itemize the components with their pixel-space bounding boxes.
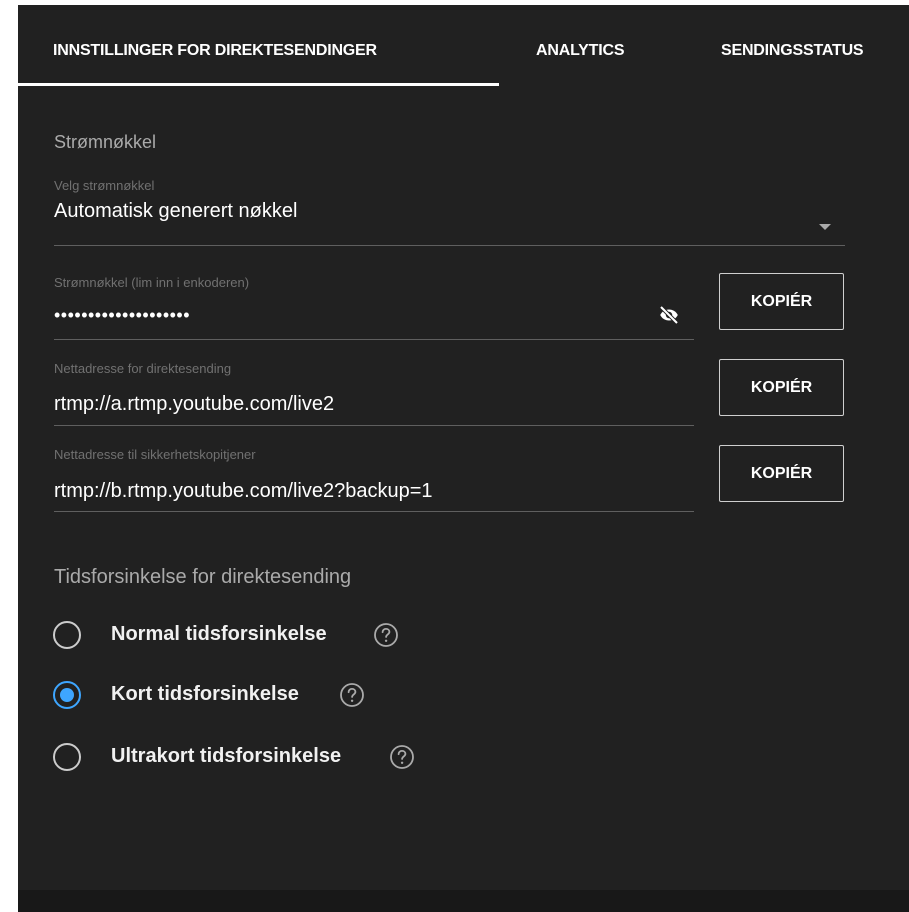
select-stream-key-label: Velg strømnøkkel: [54, 178, 155, 193]
tab-live-settings[interactable]: INNSTILLINGER FOR DIREKTESENDINGER: [53, 42, 377, 60]
dropdown-arrow-icon[interactable]: [819, 224, 831, 230]
backup-url-field[interactable]: Nettadresse til sikkerhetskopitjener rtm…: [54, 447, 694, 513]
stream-key-underline: [54, 339, 694, 340]
help-circle-icon[interactable]: [373, 622, 399, 648]
tab-analytics[interactable]: ANALYTICS: [536, 42, 624, 60]
stream-key-field[interactable]: Strømnøkkel (lim inn i enkoderen) ••••••…: [54, 275, 694, 341]
stream-key-value: ••••••••••••••••••••: [54, 305, 191, 325]
backup-url-label: Nettadresse til sikkerhetskopitjener: [54, 447, 256, 462]
latency-heading: Tidsforsinkelse for direktesending: [54, 566, 352, 588]
radio-low[interactable]: [53, 681, 81, 709]
stream-key-label: Strømnøkkel (lim inn i enkoderen): [54, 275, 250, 290]
server-url-value: rtmp://a.rtmp.youtube.com/live2: [54, 393, 335, 415]
active-tab-indicator: [18, 83, 499, 86]
latency-option-ultra-low[interactable]: Ultrakort tidsforsinkelse: [53, 739, 423, 773]
eye-off-icon[interactable]: [657, 303, 681, 327]
latency-option-normal[interactable]: Normal tidsforsinkelse: [53, 617, 413, 651]
live-settings-panel: INNSTILLINGER FOR DIREKTESENDINGER ANALY…: [18, 5, 909, 912]
select-stream-key-underline: [54, 245, 845, 246]
help-circle-icon[interactable]: [389, 744, 415, 770]
help-circle-icon[interactable]: [339, 682, 365, 708]
server-url-label: Nettadresse for direktesending: [54, 361, 232, 376]
select-stream-key-dropdown[interactable]: Velg strømnøkkel Automatisk generert nøk…: [54, 178, 845, 248]
bottom-bar: [18, 890, 909, 912]
latency-option-low-label: Kort tidsforsinkelse: [111, 683, 299, 705]
latency-option-low[interactable]: Kort tidsforsinkelse: [53, 677, 383, 711]
radio-normal[interactable]: [53, 621, 81, 649]
radio-ultra-low[interactable]: [53, 743, 81, 771]
server-url-field[interactable]: Nettadresse for direktesending rtmp://a.…: [54, 361, 694, 427]
latency-option-normal-label: Normal tidsforsinkelse: [111, 623, 327, 645]
tab-bar: INNSTILLINGER FOR DIREKTESENDINGER ANALY…: [18, 5, 909, 87]
tab-stream-health[interactable]: SENDINGSSTATUS: [721, 42, 864, 60]
backup-url-underline: [54, 511, 694, 512]
server-url-underline: [54, 425, 694, 426]
copy-backup-url-button[interactable]: KOPIÉR: [719, 445, 844, 502]
stream-key-heading: Strømnøkkel: [54, 132, 157, 152]
select-stream-key-value: Automatisk generert nøkkel: [54, 200, 298, 222]
copy-server-url-button[interactable]: KOPIÉR: [719, 359, 844, 416]
copy-stream-key-button[interactable]: KOPIÉR: [719, 273, 844, 330]
latency-option-ultra-low-label: Ultrakort tidsforsinkelse: [111, 745, 342, 767]
backup-url-value: rtmp://b.rtmp.youtube.com/live2?backup=1: [54, 480, 433, 502]
